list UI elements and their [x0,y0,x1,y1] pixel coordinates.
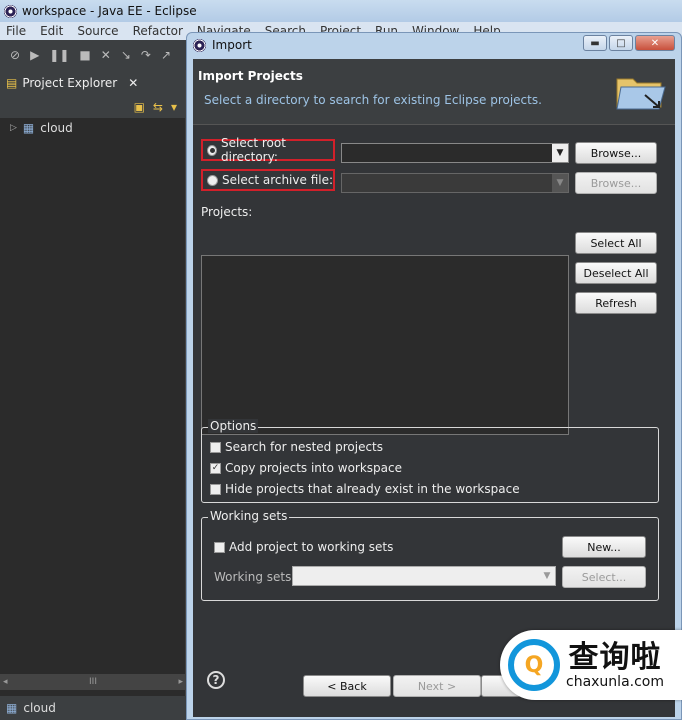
link-with-editor-icon[interactable]: ⇆ [153,100,163,114]
select-working-sets-button[interactable]: Select... [562,566,646,588]
working-sets-label: Working sets: [214,570,296,584]
projects-list[interactable] [201,255,569,435]
browse-root-button[interactable]: Browse... [575,142,657,164]
project-icon: ▦ [22,121,35,135]
eclipse-logo-icon [193,38,206,52]
checkbox-unchecked-icon[interactable] [210,441,221,453]
options-title: Options [208,419,259,433]
folder-import-icon [616,78,666,110]
view-menu-icon[interactable]: ▾ [171,100,177,114]
hide-existing-label: Hide projects that already exist in the … [225,482,520,496]
chevron-down-icon[interactable]: ▼ [552,174,568,192]
suspend-icon[interactable]: ❚❚ [49,48,69,62]
working-sets-title: Working sets [208,509,290,523]
select-root-directory-radio[interactable]: Select root directory: [201,136,335,164]
chevron-down-icon[interactable]: ▼ [539,567,555,585]
scroll-thumb-grip[interactable]: III [89,677,97,687]
copy-projects-label: Copy projects into workspace [225,461,403,475]
step-return-icon[interactable]: ↗ [161,48,171,62]
tree-item-label: cloud [40,121,73,135]
project-explorer-tab[interactable]: ▤ Project Explorer ✕ [0,70,185,96]
resume-icon[interactable]: ▶ [30,48,39,62]
minimize-icon[interactable]: ▬ [583,35,607,51]
window-title: workspace - Java EE - Eclipse [22,4,197,18]
expand-arrow-icon[interactable]: ▷ [10,123,17,133]
menu-refactor[interactable]: Refactor [133,24,183,38]
project-explorer-panel: ▤ Project Explorer ✕ ▣ ⇆ ▾ ▷ ▦ cloud [0,70,186,696]
dialog-content: Import Projects Select a directory to se… [193,59,675,717]
search-logo-icon: Q [508,639,560,691]
eclipse-logo-icon [4,4,17,18]
disconnect-icon[interactable]: ✕ [101,48,111,62]
project-explorer-icon: ▤ [6,76,18,90]
watermark-cn: 查询啦 [568,639,662,675]
projects-label: Projects: [201,205,253,219]
skip-breakpoints-icon[interactable]: ⊘ [10,48,20,62]
checkbox-unchecked-icon[interactable] [210,483,221,495]
step-over-icon[interactable]: ↷ [141,48,151,62]
dialog-title: Import [212,38,252,52]
add-to-working-sets-checkbox[interactable]: Add project to working sets [214,540,393,554]
watermark-logo: Q 查询啦 chaxunla.com [500,630,682,700]
menu-edit[interactable]: Edit [40,24,63,38]
dialog-description: Select a directory to search for existin… [204,93,542,107]
maximize-icon[interactable]: □ [609,35,633,51]
deselect-all-button[interactable]: Deselect All [575,262,657,284]
working-sets-combo[interactable]: ▼ [292,566,556,586]
tree-item-cloud[interactable]: ▷ ▦ cloud [0,118,185,138]
status-label: cloud [23,701,56,715]
back-button[interactable]: < Back [303,675,391,697]
select-all-button[interactable]: Select All [575,232,657,254]
options-group: Options Search for nested projects ✓ Cop… [201,419,659,503]
window-title-bar: workspace - Java EE - Eclipse [0,0,682,22]
terminate-icon[interactable]: ■ [79,48,90,62]
checkbox-checked-icon[interactable]: ✓ [210,462,221,474]
new-working-set-button[interactable]: New... [562,536,646,558]
working-sets-group: Working sets Add project to working sets… [201,509,659,601]
collapse-all-icon[interactable]: ▣ [134,100,145,114]
hide-existing-checkbox[interactable]: Hide projects that already exist in the … [210,482,520,496]
import-dialog: Import ▬ □ ✕ Import Projects Select a di… [186,32,682,720]
browse-archive-button[interactable]: Browse... [575,172,657,194]
close-icon[interactable]: ✕ [128,76,138,90]
nested-projects-label: Search for nested projects [225,440,384,454]
dialog-window-controls: ▬ □ ✕ [583,35,675,51]
archive-file-combo[interactable]: ▼ [341,173,569,193]
radio-selected-icon[interactable] [207,144,218,156]
watermark-en: chaxunla.com [566,673,664,690]
menu-source[interactable]: Source [77,24,118,38]
next-button[interactable]: Next > [393,675,481,697]
select-archive-file-radio[interactable]: Select archive file: [201,169,335,191]
watermark-text: 查询啦 chaxunla.com [566,641,664,690]
nested-projects-checkbox[interactable]: Search for nested projects [210,440,383,454]
menu-file[interactable]: File [6,24,26,38]
dialog-banner: Import Projects Select a directory to se… [193,59,675,125]
close-icon[interactable]: ✕ [635,35,675,51]
explorer-horizontal-scrollbar[interactable]: ◂ III ▸ [0,674,186,690]
radio-unselected-icon[interactable] [207,174,218,186]
help-icon[interactable]: ? [207,671,225,689]
copy-projects-checkbox[interactable]: ✓ Copy projects into workspace [210,461,402,475]
scroll-right-icon[interactable]: ▸ [178,677,183,687]
root-directory-label: Select root directory: [221,136,286,164]
root-directory-combo[interactable]: ▼ [341,143,569,163]
scroll-left-icon[interactable]: ◂ [3,677,8,687]
status-project-icon: ▦ [6,701,18,715]
add-to-working-sets-label: Add project to working sets [229,540,394,554]
dialog-heading: Import Projects [198,69,303,83]
project-explorer-tab-label: Project Explorer [22,76,118,90]
explorer-toolbar: ▣ ⇆ ▾ [0,96,185,118]
archive-file-label: Select archive file: [222,173,334,187]
checkbox-unchecked-icon[interactable] [214,541,225,553]
chevron-down-icon[interactable]: ▼ [552,144,568,162]
refresh-button[interactable]: Refresh [575,292,657,314]
step-into-icon[interactable]: ↘ [121,48,131,62]
